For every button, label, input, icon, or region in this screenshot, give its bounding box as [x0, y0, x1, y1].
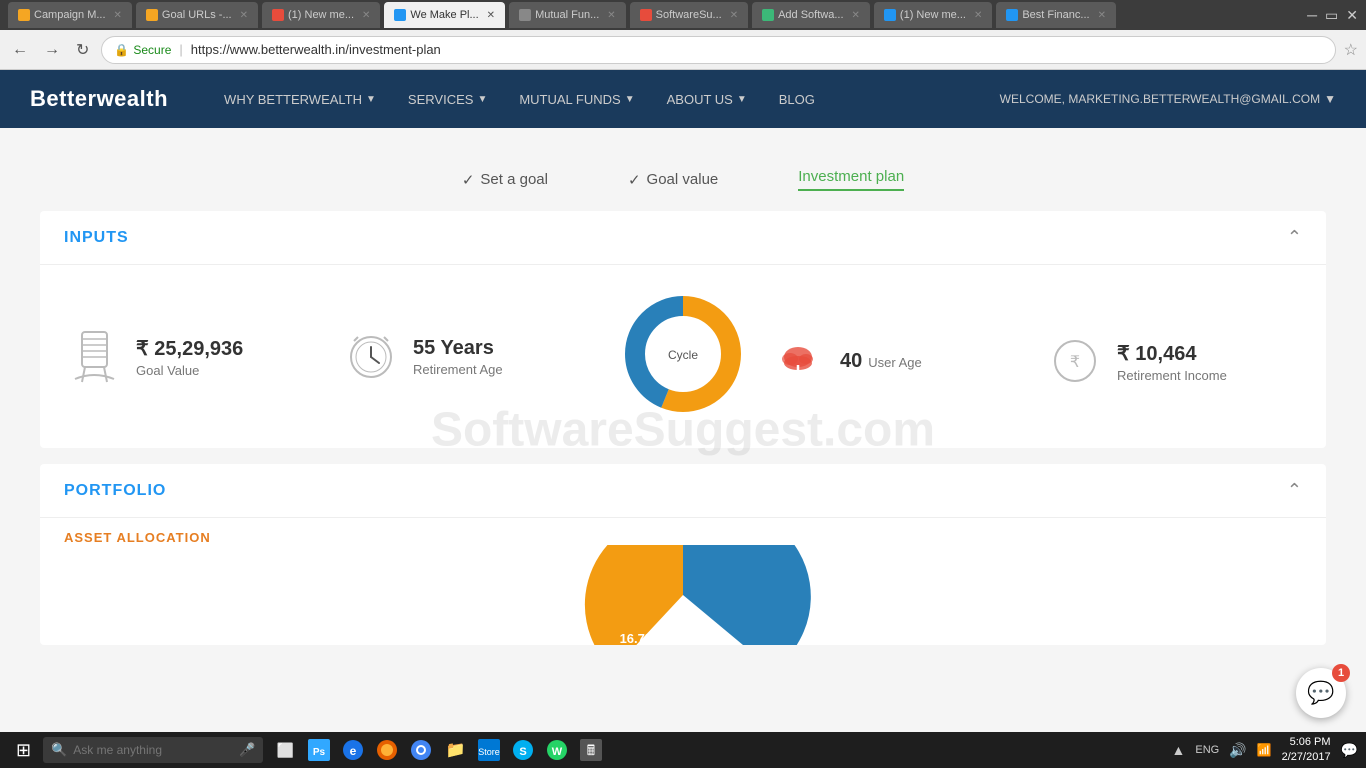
user-age-icon [768, 332, 828, 392]
svg-text:e: e [350, 744, 357, 758]
retirement-age-label: Retirement Age [413, 362, 503, 377]
taskbar: ⊞ 🔍 🎤 ⬜ Ps e 📁 Store S W 🖩 [0, 732, 1366, 768]
tab-goal-urls[interactable]: Goal URLs -... ✕ [136, 2, 258, 28]
nav-user[interactable]: WELCOME, MARKETING.BETTERWEALTH@GMAIL.CO… [1000, 92, 1336, 106]
user-age-item: 40 User Age [768, 299, 1025, 424]
goal-value-item: ₹ 25,29,936 Goal Value [64, 289, 321, 424]
calculator-icon[interactable]: 🖩 [577, 736, 605, 764]
store-icon[interactable]: Store [475, 736, 503, 764]
close-button[interactable]: ✕ [1346, 7, 1358, 24]
browser-chrome: Campaign M... ✕ Goal URLs -... ✕ (1) New… [0, 0, 1366, 30]
portfolio-collapse-icon[interactable]: ⌃ [1287, 480, 1302, 501]
svg-text:Cycle: Cycle [668, 348, 698, 362]
donut-chart: Cycle [618, 289, 748, 424]
tab-new-message-1[interactable]: (1) New me... ✕ [262, 2, 380, 28]
nav-services[interactable]: SERVICES ▼ [392, 70, 503, 128]
step-investment-plan[interactable]: Investment plan [798, 168, 904, 191]
main-content: SoftwareSuggest.com ✓ Set a goal ✓ Goal … [0, 128, 1366, 732]
nav-mutual-funds[interactable]: MUTUAL FUNDS ▼ [503, 70, 650, 128]
portfolio-card-header: PORTFOLIO ⌃ [40, 464, 1326, 518]
site-logo[interactable]: Betterwealth [30, 86, 168, 112]
svg-text:🖩: 🖩 [587, 742, 595, 758]
inputs-title: INPUTS [64, 229, 129, 247]
retirement-income-icon: ₹ [1045, 332, 1105, 392]
maximize-button[interactable]: ▭ [1325, 7, 1338, 24]
svg-text:S: S [520, 746, 527, 758]
retirement-income-item: ₹ ₹ 10,464 Retirement Income [1045, 299, 1302, 424]
tray-lang-icon: ENG [1195, 744, 1219, 756]
tab-softwaresuggest[interactable]: SoftwareSu... ✕ [630, 2, 748, 28]
refresh-button[interactable]: ↻ [72, 36, 93, 64]
minimize-button[interactable]: ─ [1307, 7, 1317, 24]
retirement-age-value: 55 Years [413, 337, 503, 360]
chat-icon: 💬 [1307, 680, 1334, 706]
portfolio-title: PORTFOLIO [64, 482, 166, 500]
retirement-income-amount: ₹ 10,464 [1117, 341, 1227, 366]
folder-icon[interactable]: 📁 [441, 736, 469, 764]
step-goal-value[interactable]: ✓ Goal value [628, 171, 718, 189]
start-button[interactable]: ⊞ [8, 740, 39, 761]
star-icon[interactable]: ☆ [1344, 40, 1358, 60]
tab-mutual-funds[interactable]: Mutual Fun... ✕ [509, 2, 626, 28]
steps-bar: ✓ Set a goal ✓ Goal value Investment pla… [40, 148, 1326, 201]
notification-icon[interactable]: 💬 [1341, 742, 1358, 759]
retirement-age-icon [341, 327, 401, 387]
goal-value-amount: ₹ 25,29,936 [136, 336, 243, 361]
tab-betterwealth[interactable]: We Make Pl... ✕ [384, 2, 505, 28]
inputs-card: INPUTS ⌃ [40, 211, 1326, 448]
svg-text:W: W [552, 746, 563, 758]
clock-display: 5:06 PM 2/27/2017 [1282, 735, 1331, 766]
tab-new-message-2[interactable]: (1) New me... ✕ [874, 2, 992, 28]
tab-best-finance[interactable]: Best Financ... ✕ [996, 2, 1116, 28]
task-view-icon[interactable]: ⬜ [271, 736, 299, 764]
site-navbar: Betterwealth WHY BETTERWEALTH ▼ SERVICES… [0, 70, 1366, 128]
inputs-card-header: INPUTS ⌃ [40, 211, 1326, 265]
svg-text:₹: ₹ [1069, 354, 1079, 371]
whatsapp-icon[interactable]: W [543, 736, 571, 764]
nav-why[interactable]: WHY BETTERWEALTH ▼ [208, 70, 392, 128]
tab-add-software[interactable]: Add Softwa... ✕ [752, 2, 870, 28]
tray-volume-icon: 🔊 [1229, 742, 1246, 759]
goal-value-label: Goal Value [136, 363, 243, 378]
chrome-icon[interactable] [407, 736, 435, 764]
address-bar-row: ← → ↻ 🔒 Secure | https://www.betterwealt… [0, 30, 1366, 70]
retirement-income-label: Retirement Income [1117, 368, 1227, 383]
taskbar-search-input[interactable] [73, 743, 233, 757]
back-button[interactable]: ← [8, 37, 32, 63]
forward-button[interactable]: → [40, 37, 64, 63]
asset-allocation-label: ASSET ALLOCATION [40, 518, 1326, 545]
retirement-age-item: 55 Years Retirement Age [341, 289, 598, 424]
pie-chart-container: 16.7% [40, 545, 1326, 645]
photoshop-icon[interactable]: Ps [305, 736, 333, 764]
user-age-label: User Age [868, 355, 921, 370]
firefox-icon[interactable] [373, 736, 401, 764]
svg-text:Store: Store [479, 747, 501, 757]
inputs-collapse-icon[interactable]: ⌃ [1287, 227, 1302, 248]
nav-blog[interactable]: BLOG [763, 70, 831, 128]
mic-icon: 🎤 [239, 742, 255, 758]
nav-user-label: WELCOME, MARKETING.BETTERWEALTH@GMAIL.CO… [1000, 92, 1320, 106]
tray-network-icon: ▲ [1172, 742, 1186, 758]
user-age-value: 40 [840, 350, 862, 373]
chat-bubble[interactable]: 💬 1 [1296, 668, 1346, 718]
ie-icon[interactable]: e [339, 736, 367, 764]
secure-icon: 🔒 [114, 43, 129, 57]
tray-wifi-icon: 📶 [1257, 743, 1272, 757]
portfolio-card: PORTFOLIO ⌃ ASSET ALLOCATION 16.7% [40, 464, 1326, 645]
separator: | [179, 42, 182, 57]
search-icon: 🔍 [51, 742, 67, 758]
tab-campaign[interactable]: Campaign M... ✕ [8, 2, 132, 28]
chat-badge: 1 [1332, 664, 1350, 682]
step-set-goal[interactable]: ✓ Set a goal [462, 171, 548, 189]
inputs-card-body: ₹ 25,29,936 Goal Value [40, 265, 1326, 448]
url-text: https://www.betterwealth.in/investment-p… [191, 42, 441, 57]
address-bar[interactable]: 🔒 Secure | https://www.betterwealth.in/i… [101, 36, 1335, 64]
svg-text:Ps: Ps [313, 747, 326, 758]
goal-value-icon [64, 327, 124, 387]
nav-about[interactable]: ABOUT US ▼ [651, 70, 763, 128]
skype-icon[interactable]: S [509, 736, 537, 764]
svg-text:16.7%: 16.7% [620, 631, 657, 645]
secure-label: Secure [133, 43, 171, 57]
